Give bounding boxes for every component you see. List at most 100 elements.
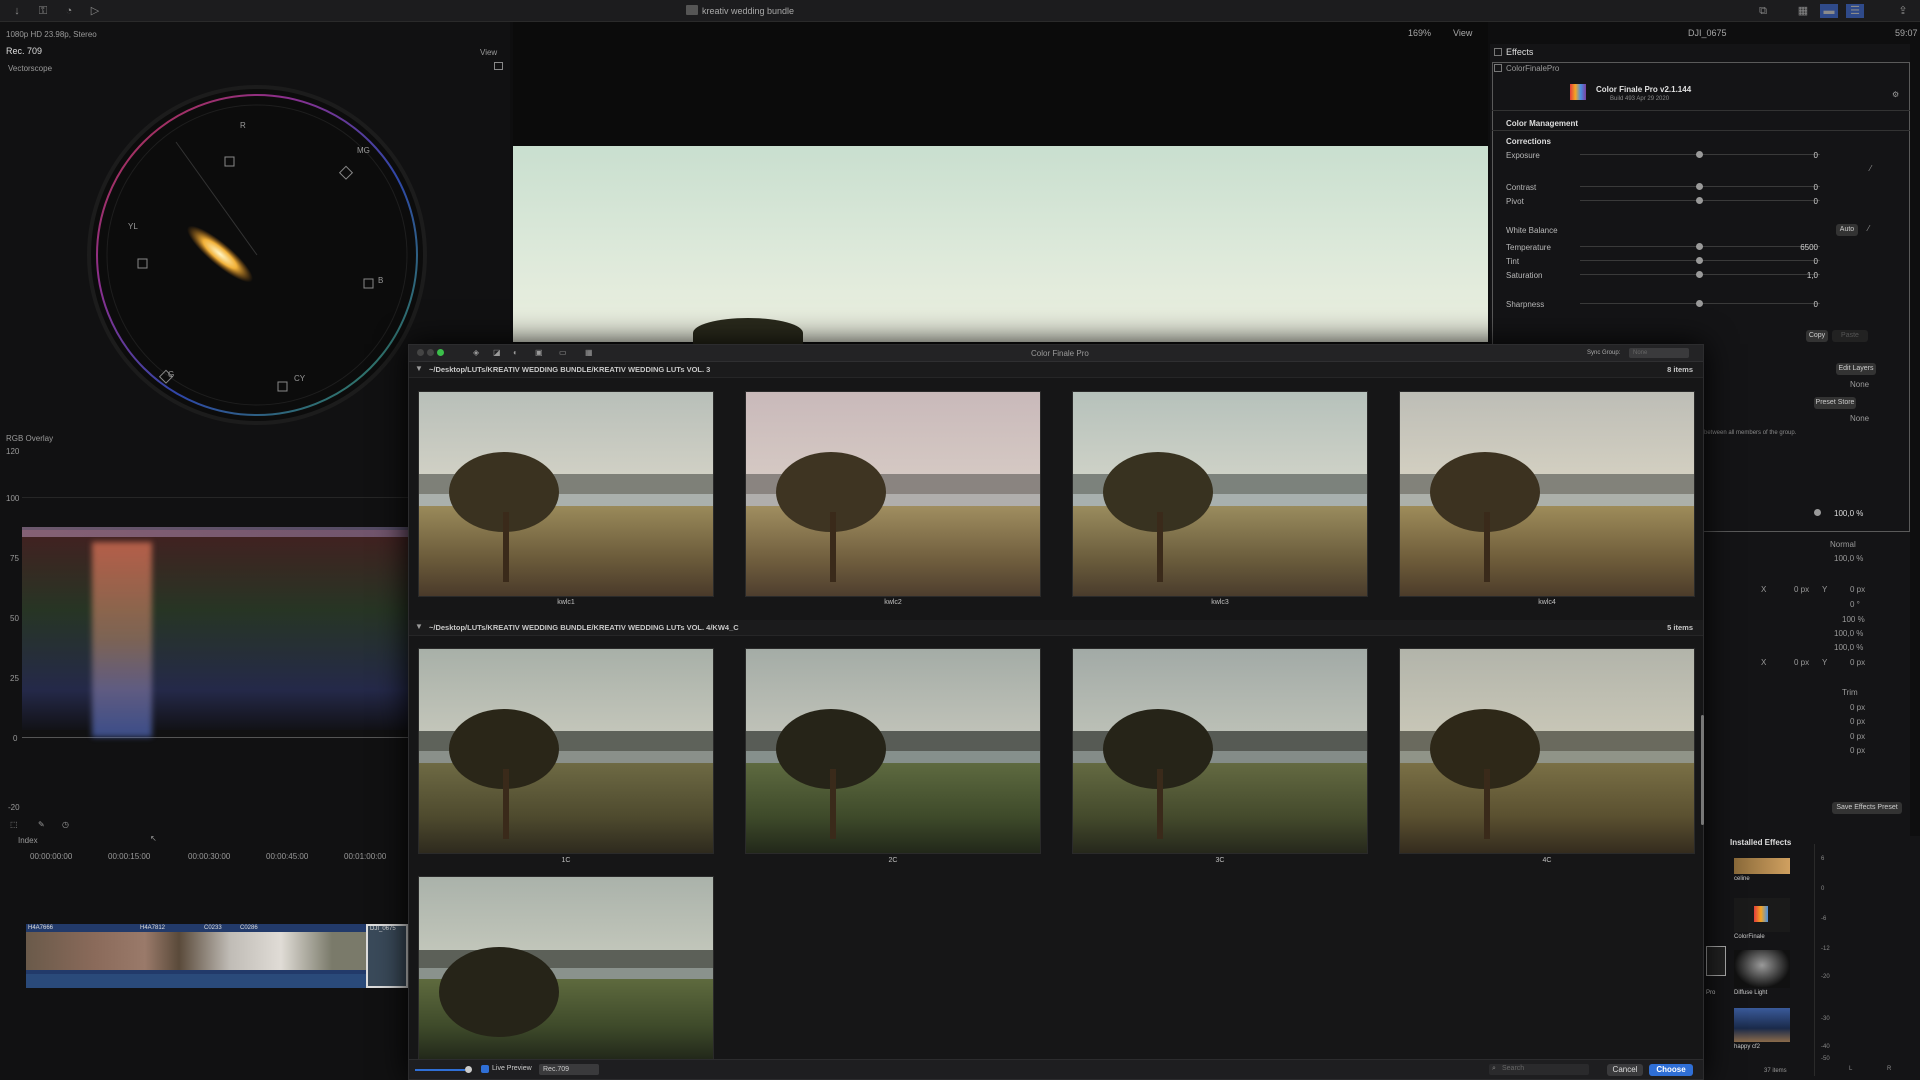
sharpness-value[interactable]: 0 xyxy=(1778,300,1818,309)
save-effects-preset-button[interactable]: Save Effects Preset xyxy=(1832,802,1902,814)
section-vol4-header[interactable]: ▼ ~/Desktop/LUTs/KREATIV WEDDING BUNDLE/… xyxy=(409,620,1703,636)
saturation-knob[interactable] xyxy=(1696,271,1703,278)
blend-mode-select[interactable]: Normal xyxy=(1830,540,1856,549)
wb-eyedropper-icon[interactable]: ⁄ xyxy=(1868,224,1869,233)
lut-thumb-4c[interactable] xyxy=(1399,648,1695,854)
paste-button[interactable]: Paste xyxy=(1832,330,1868,342)
scale-all-value[interactable]: 100 % xyxy=(1842,615,1865,624)
zoom-icon[interactable] xyxy=(437,349,444,356)
viewer-options-icon[interactable]: ⧉ xyxy=(1752,4,1774,18)
crop-tool-icon[interactable]: ⬚ xyxy=(10,820,18,829)
lut-thumb-2c[interactable] xyxy=(745,648,1041,854)
speed-icon[interactable]: ◷ xyxy=(62,820,69,829)
pivot-knob[interactable] xyxy=(1696,197,1703,204)
exposure-value[interactable]: 0 xyxy=(1778,151,1818,160)
share-icon[interactable]: ▷ xyxy=(88,4,102,18)
section-vol3-header[interactable]: ▼ ~/Desktop/LUTs/KREATIV WEDDING BUNDLE/… xyxy=(409,362,1703,378)
choose-button[interactable]: Choose xyxy=(1649,1064,1693,1076)
lut-icon[interactable]: ◈ xyxy=(473,348,479,357)
thumb-size-slider[interactable] xyxy=(415,1069,465,1071)
lut-thumb-kwlc1[interactable] xyxy=(418,391,714,597)
timeline-toggle-icon[interactable]: ▬ xyxy=(1820,4,1838,18)
plugin-checkbox[interactable] xyxy=(1494,64,1502,72)
pivot-value[interactable]: 0 xyxy=(1778,197,1818,206)
trim-top[interactable]: 0 px xyxy=(1850,732,1865,741)
lut-thumb-kwlc3[interactable] xyxy=(1072,391,1368,597)
trim-bottom[interactable]: 0 px xyxy=(1850,746,1865,755)
pos-y-value[interactable]: 0 px xyxy=(1850,585,1865,594)
disclosure-triangle-icon[interactable]: ▼ xyxy=(415,622,423,631)
viewer-view-menu[interactable]: View xyxy=(1453,28,1472,38)
lut-thumb-5c[interactable] xyxy=(418,876,714,1060)
plugin-settings-icon[interactable]: ⚙ xyxy=(1892,90,1899,99)
effect-thumb-celine[interactable] xyxy=(1734,858,1790,874)
anchor-x-value[interactable]: 0 px xyxy=(1794,658,1809,667)
share-export-icon[interactable]: ⇪ xyxy=(1896,4,1910,18)
effect-thumb-partial[interactable] xyxy=(1706,946,1726,976)
tint-value[interactable]: 0 xyxy=(1778,257,1818,266)
color-wheel-icon[interactable]: ◐ xyxy=(513,348,518,357)
pos-x-value[interactable]: 0 px xyxy=(1794,585,1809,594)
color-management-label[interactable]: Color Management xyxy=(1506,119,1578,128)
opacity-knob[interactable] xyxy=(1814,509,1821,516)
scale-y-value[interactable]: 100,0 % xyxy=(1834,643,1863,652)
edit-layers-button[interactable]: Edit Layers xyxy=(1836,363,1876,375)
effects-checkbox[interactable] xyxy=(1494,48,1502,56)
thumb-size-knob[interactable] xyxy=(465,1066,472,1073)
crop-trim-select[interactable]: Trim xyxy=(1842,688,1858,697)
browser-toggle-icon[interactable]: ▦ xyxy=(1796,4,1810,18)
effect-thumb-happy-cf2[interactable] xyxy=(1734,1008,1790,1042)
index-tab[interactable]: Index xyxy=(18,836,38,845)
blend-opacity[interactable]: 100,0 % xyxy=(1834,554,1863,563)
import-icon[interactable]: ↓ xyxy=(10,4,24,18)
viewer-zoom[interactable]: 169% xyxy=(1408,28,1431,38)
effect-thumb-diffuse-light[interactable] xyxy=(1734,950,1790,988)
enhance-icon[interactable]: ✎ xyxy=(38,820,45,829)
layer-icon[interactable]: ▣ xyxy=(535,348,543,357)
preset-select[interactable]: None xyxy=(1850,414,1869,423)
disclosure-triangle-icon[interactable]: ▼ xyxy=(415,364,423,373)
preset-store-button[interactable]: Preset Store xyxy=(1814,397,1856,409)
inspector-toggle-icon[interactable]: ☰ xyxy=(1846,4,1864,18)
dialog-scrollbar[interactable] xyxy=(1701,715,1704,825)
close-icon[interactable] xyxy=(417,349,424,356)
minimize-icon[interactable] xyxy=(427,349,434,356)
lut-thumb-kwlc2[interactable] xyxy=(745,391,1041,597)
selected-clip[interactable] xyxy=(366,924,408,988)
exposure-knob[interactable] xyxy=(1696,151,1703,158)
anchor-y-value[interactable]: 0 px xyxy=(1850,658,1865,667)
temperature-knob[interactable] xyxy=(1696,243,1703,250)
scope-settings-icon[interactable] xyxy=(494,62,503,70)
live-preview-checkbox[interactable] xyxy=(481,1065,489,1073)
select-tool-icon[interactable]: ↖ xyxy=(150,834,157,843)
rotation-value[interactable]: 0 ° xyxy=(1850,600,1860,609)
contrast-value[interactable]: 0 xyxy=(1778,183,1818,192)
colorspace-select[interactable]: Rec.709 xyxy=(539,1064,599,1075)
keyword-icon[interactable]: ⚿ xyxy=(36,4,50,18)
contrast-knob[interactable] xyxy=(1696,183,1703,190)
cancel-button[interactable]: Cancel xyxy=(1607,1064,1643,1076)
clip-strip[interactable] xyxy=(26,924,366,988)
curves-icon[interactable]: ◪ xyxy=(493,348,501,357)
trim-right[interactable]: 0 px xyxy=(1850,717,1865,726)
effect-thumb-colorfinale[interactable] xyxy=(1734,898,1790,932)
exposure-eyedropper-icon[interactable]: ⁄ xyxy=(1870,164,1871,173)
lut-thumb-kwlc4[interactable] xyxy=(1399,391,1695,597)
background-tasks-icon[interactable]: ◔ xyxy=(62,4,76,18)
sharpness-knob[interactable] xyxy=(1696,300,1703,307)
temperature-value[interactable]: 6500 xyxy=(1778,243,1818,252)
trim-left[interactable]: 0 px xyxy=(1850,703,1865,712)
white-balance-auto-button[interactable]: Auto xyxy=(1836,224,1858,236)
grid-view-icon[interactable]: ▦ xyxy=(585,348,593,357)
lut-thumb-3c[interactable] xyxy=(1072,648,1368,854)
folder-icon[interactable]: ▭ xyxy=(559,348,567,357)
opacity-value[interactable]: 100,0 % xyxy=(1834,509,1863,518)
scopes-view-menu[interactable]: View xyxy=(480,48,497,57)
scale-x-value[interactable]: 100,0 % xyxy=(1834,629,1863,638)
sync-group-select[interactable]: None xyxy=(1629,348,1689,358)
lut-thumb-1c[interactable] xyxy=(418,648,714,854)
tint-knob[interactable] xyxy=(1696,257,1703,264)
search-field[interactable]: ⌕ Search xyxy=(1489,1064,1589,1075)
copy-button[interactable]: Copy xyxy=(1806,330,1828,342)
layer-preset-select[interactable]: None xyxy=(1850,380,1869,389)
